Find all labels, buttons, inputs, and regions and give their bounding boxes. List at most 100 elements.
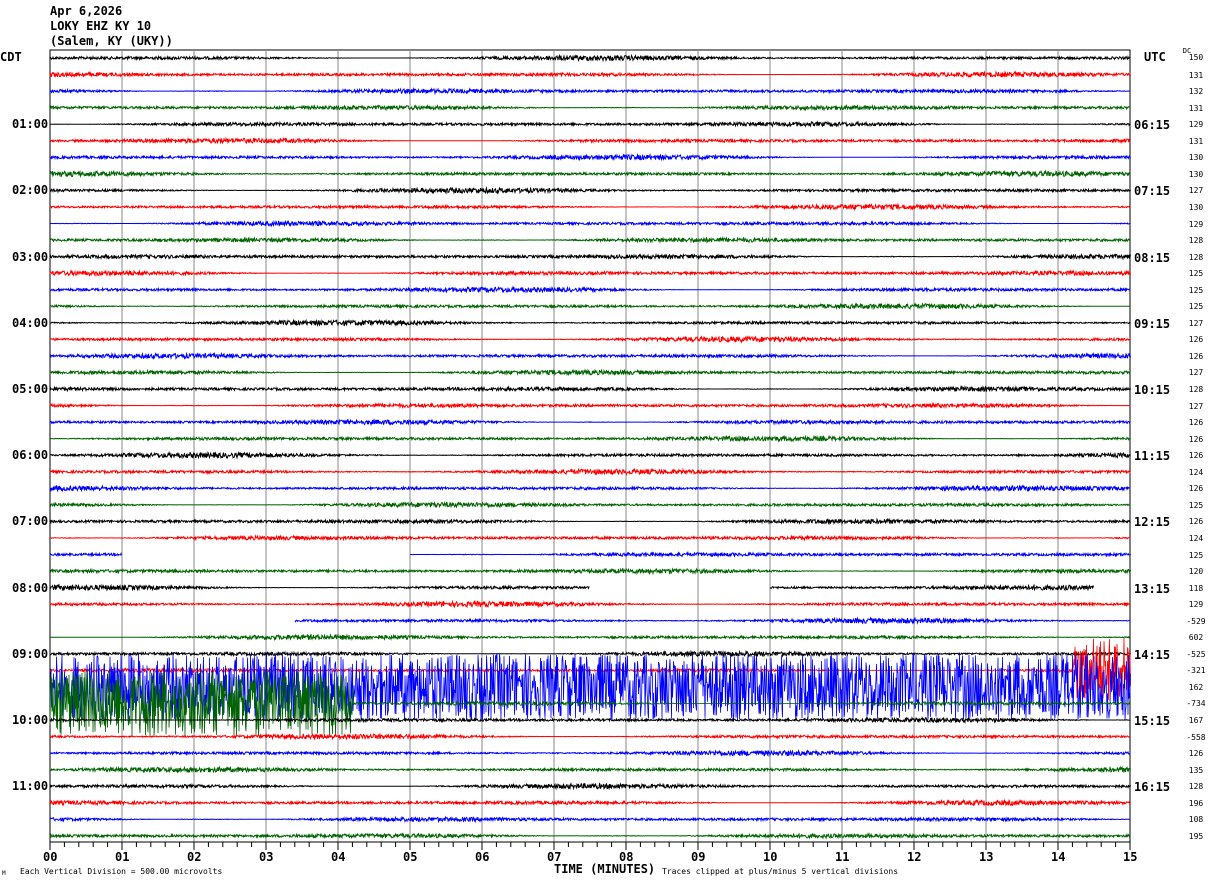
trace-row-15 [49, 302, 1131, 311]
cdt-time-label: 06:00 [12, 448, 49, 463]
dc-offset-label: 131 [1188, 103, 1204, 113]
dc-offset-label: 129 [1188, 219, 1204, 229]
dc-offset-label: 126 [1188, 484, 1204, 494]
utc-time-label: 07:15 [1134, 184, 1171, 199]
dc-offset-label: 131 [1188, 70, 1204, 80]
x-tick-label: 04 [331, 850, 346, 864]
cdt-time-label: 01:00 [12, 117, 49, 132]
x-tick-label: 12 [907, 850, 922, 864]
trace-row-30 [49, 551, 122, 558]
dc-offset-label: 126 [1188, 451, 1204, 461]
dc-offset-label: 130 [1188, 202, 1204, 212]
dc-offset-label: 125 [1188, 302, 1204, 312]
utc-time-label: 15:15 [1134, 714, 1171, 728]
utc-time-label: 13:15 [1134, 581, 1171, 596]
trace-row-28 [49, 517, 1131, 526]
dc-offset-label: 124 [1188, 533, 1204, 543]
dc-offset-label: 126 [1188, 351, 1204, 361]
trace-row-19 [49, 368, 1131, 377]
dc-offset-label: 128 [1188, 385, 1204, 394]
plot-frame [49, 49, 1131, 843]
trace-row-45 [49, 798, 1131, 807]
dc-offset-label: 126 [1188, 434, 1204, 444]
dc-offset-label: 128 [1188, 252, 1204, 262]
cdt-time-label: 11:00 [12, 779, 49, 794]
dc-offset-label: -525 [1186, 649, 1206, 659]
trace-row-7 [49, 169, 1131, 178]
corner-mark: M [2, 870, 6, 877]
dc-offset-label: 127 [1188, 318, 1204, 328]
dc-offset-label: -734 [1186, 699, 1206, 709]
trace-row-16 [49, 318, 1131, 328]
utc-time-label: 09:15 [1134, 316, 1171, 331]
trace-row-14 [49, 285, 1131, 294]
dc-offset-label: 126 [1188, 335, 1204, 345]
dc-offset-label: 602 [1188, 633, 1204, 643]
dc-offset-label: 127 [1188, 186, 1204, 196]
cdt-time-label: 02:00 [12, 183, 49, 198]
trace-row-5 [49, 136, 1131, 145]
trace-row-23 [49, 434, 1131, 443]
trace-row-13 [49, 269, 1131, 277]
trace-row-3 [49, 104, 1131, 112]
x-tick-label: 13 [979, 850, 994, 864]
trace-row-27 [49, 501, 1131, 509]
trace-row-4 [49, 120, 1131, 128]
dc-offset-label: 132 [1188, 87, 1204, 97]
trace-row-8 [49, 186, 1131, 195]
trace-row-21 [49, 401, 1131, 410]
trace-row-18 [49, 351, 1131, 361]
x-axis-title: TIME (MINUTES) [554, 862, 656, 876]
dc-offset-label: 127 [1188, 368, 1204, 378]
trace-row-32 [49, 583, 590, 592]
trace-row-31 [49, 567, 1131, 576]
dc-offset-label: 108 [1188, 815, 1204, 825]
trace-row-26 [49, 484, 1131, 493]
dc-offset-label: 128 [1188, 782, 1204, 792]
x-tick-label: 02 [187, 850, 202, 864]
trace-row-47 [49, 832, 1131, 840]
cdt-time-label: 07:00 [12, 514, 49, 529]
dc-offset-label: 150 [1188, 53, 1204, 62]
dc-offset-label: 118 [1188, 583, 1204, 593]
dc-offset-label: 167 [1188, 716, 1204, 725]
trace-row-41 [49, 732, 1131, 741]
trace-row-33 [49, 599, 1131, 609]
utc-time-label: 16:15 [1134, 780, 1171, 795]
dc-offset-label: 162 [1188, 682, 1204, 692]
dc-offset-label: 125 [1188, 269, 1204, 279]
utc-time-label: 10:15 [1134, 383, 1171, 397]
dc-offset-label: -558 [1186, 732, 1206, 742]
x-tick-label: 01 [115, 850, 130, 864]
helicorder: Apr 6,2026 LOKY EHZ KY 10 (Salem, KY (UK… [0, 0, 1210, 886]
dc-offset-label: 135 [1188, 765, 1204, 775]
dc-offset-label: 196 [1188, 798, 1204, 808]
trace-row-40 [49, 716, 1131, 724]
trace-row-11 [49, 236, 1131, 244]
dc-offset-label: 130 [1188, 153, 1204, 163]
x-tick-label: 10 [763, 850, 778, 864]
x-tick-label: 00 [43, 850, 58, 864]
x-tick-label: 09 [691, 850, 706, 864]
cdt-time-label: 05:00 [12, 382, 49, 396]
trace-row-22 [49, 418, 1131, 427]
cdt-time-label: 09:00 [12, 646, 49, 661]
trace-row-42 [49, 749, 1131, 758]
trace-row-32 [769, 583, 1094, 592]
trace-row-0 [49, 53, 1131, 63]
trace-row-6 [50, 152, 1131, 162]
dc-offset-label: 125 [1188, 550, 1204, 560]
cdt-time-label: 08:00 [12, 580, 49, 595]
trace-row-17 [49, 335, 1131, 344]
utc-time-label: 11:15 [1134, 449, 1171, 464]
x-tick-label: 11 [835, 850, 850, 864]
dc-offset-label: 124 [1188, 467, 1204, 477]
utc-time-label: 14:15 [1134, 647, 1171, 662]
dc-offset-label: 129 [1188, 600, 1204, 610]
trace-row-24 [49, 450, 1131, 460]
dc-offset-label: 131 [1188, 136, 1204, 146]
x-tick-label: 14 [1051, 850, 1066, 864]
dc-offset-label: 125 [1188, 285, 1204, 295]
utc-time-label: 08:15 [1134, 250, 1171, 265]
trace-row-1 [49, 70, 1131, 79]
